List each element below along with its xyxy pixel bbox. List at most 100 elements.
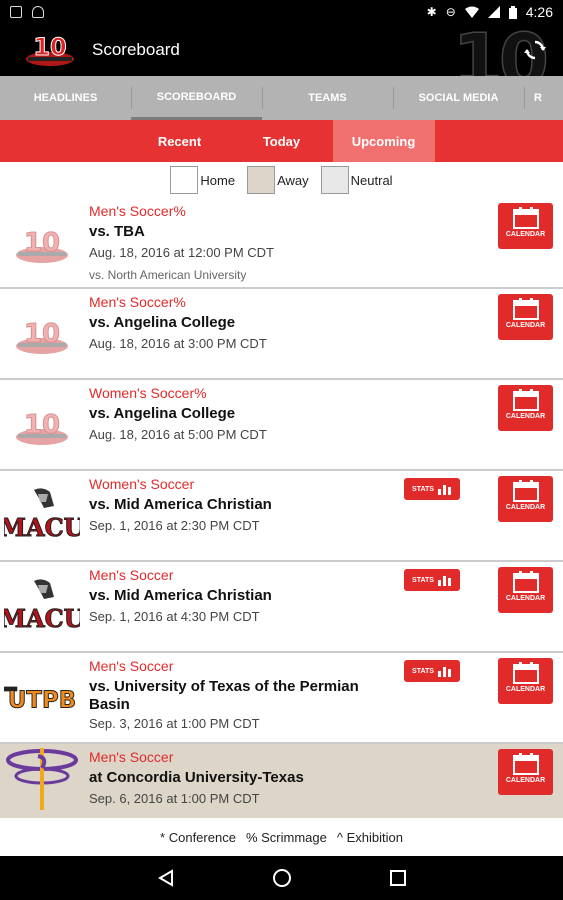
game-sport: Men's Soccer xyxy=(89,658,174,674)
stats-label: STATS xyxy=(412,667,434,675)
legend-conference: * Conference xyxy=(160,829,236,845)
filter-recent[interactable]: Recent xyxy=(129,120,231,162)
stats-label: STATS xyxy=(412,576,434,584)
location-legend: Home Away Neutral xyxy=(0,162,563,198)
game-datetime: Sep. 3, 2016 at 1:00 PM CDT xyxy=(89,716,260,731)
calendar-label: CALENDAR xyxy=(505,686,546,693)
macu-logo: MACU xyxy=(4,485,80,547)
recents-icon[interactable] xyxy=(386,866,410,890)
logo-text: 10 xyxy=(24,319,60,349)
calendar-icon xyxy=(512,389,539,411)
legend-scrimmage: % Scrimmage xyxy=(245,829,327,845)
game-sport: Men's Soccer% xyxy=(89,294,186,310)
status-bar: ✱ ⊖ 4:26 xyxy=(0,0,563,24)
game-row[interactable]: 10 Men's Soccer% vs. TBA Aug. 18, 2016 a… xyxy=(0,198,563,289)
legend-home-swatch xyxy=(170,166,199,194)
game-sport: Men's Soccer xyxy=(89,567,174,583)
minus-circle-icon: ⊖ xyxy=(445,5,456,19)
legend-exhibition: ^ Exhibition xyxy=(336,829,403,845)
game-datetime: Sep. 1, 2016 at 4:30 PM CDT xyxy=(89,609,260,624)
stats-label: STATS xyxy=(412,485,434,493)
game-sport: Men's Soccer% xyxy=(89,203,186,219)
stats-button[interactable]: STATS xyxy=(404,478,460,500)
game-datetime: Sep. 1, 2016 at 2:30 PM CDT xyxy=(89,518,260,533)
calendar-button[interactable]: CALENDAR xyxy=(498,658,553,704)
legend-away-label: Away xyxy=(277,172,309,188)
red-river-10-logo: 10 xyxy=(4,212,80,274)
bar-chart-icon xyxy=(437,667,451,677)
legend-away: Away xyxy=(247,166,309,194)
bar-chart-icon xyxy=(437,485,451,495)
games-list: 10 Men's Soccer% vs. TBA Aug. 18, 2016 a… xyxy=(0,198,563,818)
logo-text: MACU xyxy=(4,604,80,633)
calendar-label: CALENDAR xyxy=(505,231,546,238)
game-row[interactable]: MACU Men's Soccer vs. Mid America Christ… xyxy=(0,562,563,653)
bluetooth-icon: ✱ xyxy=(426,5,437,19)
game-row[interactable]: 10 Women's Soccer% vs. Angelina College … xyxy=(0,380,563,471)
tab-scoreboard[interactable]: SCOREBOARD xyxy=(131,76,262,120)
signal-icon xyxy=(487,6,500,18)
battery-icon xyxy=(508,5,517,19)
calendar-label: CALENDAR xyxy=(505,413,546,420)
game-row[interactable]: MACU Women's Soccer vs. Mid America Chri… xyxy=(0,471,563,562)
tab-overflow[interactable]: R xyxy=(524,76,563,120)
utpb-logo: UTPB xyxy=(4,667,80,729)
game-datetime: Aug. 18, 2016 at 12:00 PM CDT xyxy=(89,245,274,260)
game-opponent: vs. TBA xyxy=(89,223,145,240)
calendar-label: CALENDAR xyxy=(505,777,546,784)
logo-text: MACU xyxy=(4,513,80,542)
refresh-icon[interactable] xyxy=(521,36,549,64)
tab-social-media[interactable]: SOCIAL MEDIA xyxy=(393,76,524,120)
game-sport: Women's Soccer% xyxy=(89,385,207,401)
game-opponent: vs. Mid America Christian xyxy=(89,496,272,513)
calendar-button[interactable]: CALENDAR xyxy=(498,476,553,522)
game-row[interactable]: UTPB Men's Soccer vs. University of Texa… xyxy=(0,653,563,744)
calendar-label: CALENDAR xyxy=(505,504,546,511)
filter-upcoming[interactable]: Upcoming xyxy=(332,120,435,162)
game-opponent: vs. Mid America Christian xyxy=(89,587,272,604)
home-icon[interactable] xyxy=(270,866,294,890)
app-title: Scoreboard xyxy=(92,40,180,59)
game-datetime: Aug. 18, 2016 at 5:00 PM CDT xyxy=(89,427,267,442)
calendar-button[interactable]: CALENDAR xyxy=(498,567,553,613)
svg-text:10: 10 xyxy=(33,33,66,61)
red-river-10-logo: 10 xyxy=(4,303,80,365)
legend-neutral: Neutral xyxy=(320,166,393,194)
stats-button[interactable]: STATS xyxy=(404,660,460,682)
game-datetime: Sep. 6, 2016 at 1:00 PM CDT xyxy=(89,791,260,806)
game-sport: Men's Soccer xyxy=(89,749,174,765)
legend-neutral-swatch xyxy=(320,166,349,194)
game-row[interactable]: Men's Soccer at Concordia University-Tex… xyxy=(0,744,563,818)
calendar-label: CALENDAR xyxy=(505,595,546,602)
calendar-icon xyxy=(512,298,539,320)
macu-logo: MACU xyxy=(4,576,80,638)
tab-headlines[interactable]: HEADLINES xyxy=(0,76,131,120)
mac-10-logo-icon[interactable]: 10 xyxy=(24,30,76,70)
back-icon[interactable] xyxy=(154,866,178,890)
game-note: vs. North American University xyxy=(89,268,247,282)
legend-home-label: Home xyxy=(200,172,236,188)
nav-tabs: HEADLINES SCOREBOARD TEAMS SOCIAL MEDIA … xyxy=(0,76,563,120)
android-icon xyxy=(32,6,44,18)
calendar-button[interactable]: CALENDAR xyxy=(498,294,553,340)
calendar-icon xyxy=(512,207,539,229)
tab-teams[interactable]: TEAMS xyxy=(262,76,393,120)
calendar-icon xyxy=(512,480,539,502)
calendar-button[interactable]: CALENDAR xyxy=(498,749,553,795)
game-opponent: vs. Angelina College xyxy=(89,314,236,331)
download-icon xyxy=(10,6,22,18)
game-opponent: at Concordia University-Texas xyxy=(89,769,304,786)
status-time: 4:26 xyxy=(525,4,553,20)
calendar-button[interactable]: CALENDAR xyxy=(498,203,553,249)
stats-button[interactable]: STATS xyxy=(404,569,460,591)
logo-text: UTPB xyxy=(8,688,76,714)
game-datetime: Aug. 18, 2016 at 3:00 PM CDT xyxy=(89,336,267,351)
filter-today[interactable]: Today xyxy=(231,120,333,162)
logo-text: 10 xyxy=(24,228,60,258)
calendar-label: CALENDAR xyxy=(505,322,546,329)
calendar-icon xyxy=(512,753,539,775)
calendar-button[interactable]: CALENDAR xyxy=(498,385,553,431)
logo-text: 10 xyxy=(24,410,60,440)
game-row[interactable]: 10 Men's Soccer% vs. Angelina College Au… xyxy=(0,289,563,380)
app-bar: 10 10 Scoreboard xyxy=(0,24,563,76)
